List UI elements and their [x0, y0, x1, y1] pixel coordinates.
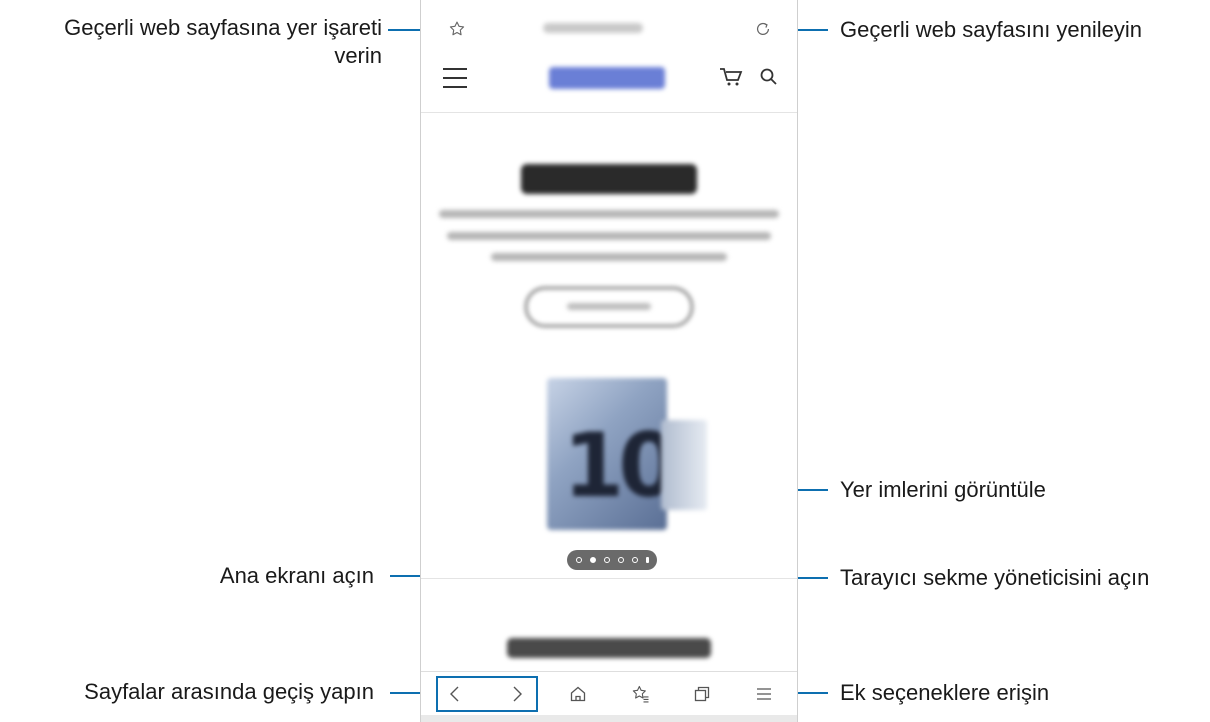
hero-text-line: [447, 232, 771, 240]
address-bar-url[interactable]: [543, 23, 643, 33]
product-graphic-text: 10: [563, 414, 679, 517]
section-divider: [421, 578, 797, 579]
callout-refresh: Geçerli web sayfasını yenileyin: [840, 17, 1143, 42]
callout-more: Ek seçeneklere erişin: [840, 680, 1050, 705]
star-icon[interactable]: [448, 20, 466, 38]
callout-tabs: Tarayıcı sekme yöneticisini açın: [840, 565, 1150, 590]
product-image: 10: [547, 378, 679, 530]
product-image-side: [661, 420, 707, 510]
home-icon[interactable]: [569, 685, 587, 703]
refresh-icon[interactable]: [753, 19, 773, 39]
hero-text-line: [439, 210, 779, 218]
hamburger-icon[interactable]: [443, 68, 467, 88]
header-divider: [421, 112, 797, 113]
navigation-buttons-highlight: [436, 676, 538, 712]
gesture-bar-area: [421, 715, 797, 722]
bookmarks-icon[interactable]: [631, 684, 651, 704]
site-logo[interactable]: [549, 67, 665, 89]
cart-icon[interactable]: [719, 66, 743, 88]
callout-bookmark-line2: verin: [334, 43, 382, 68]
hero-text-line: [491, 253, 727, 261]
callout-bookmark-line1: Geçerli web sayfasına yer işareti: [64, 15, 382, 40]
hero-learn-more-button[interactable]: [525, 287, 693, 327]
callout-home: Ana ekranı açın: [219, 563, 374, 588]
menu-icon[interactable]: [755, 686, 773, 702]
search-icon[interactable]: [759, 67, 779, 87]
tabs-icon[interactable]: [693, 685, 711, 703]
hero-title: [521, 164, 697, 194]
carousel-pager[interactable]: [567, 550, 657, 570]
browser-window: 10: [420, 0, 798, 722]
callout-navigate: Sayfalar arasında geçiş yapın: [84, 679, 374, 704]
callout-bookmarks-view: Yer imlerini görüntüle: [840, 477, 1046, 502]
callout-bookmark: Geçerli web sayfasına yer işareti verin: [64, 14, 382, 70]
section-title: [507, 638, 711, 658]
